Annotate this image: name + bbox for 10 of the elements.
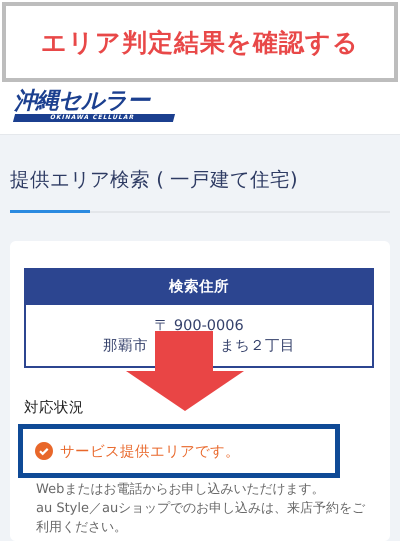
page-title: 提供エリア検索 ( 一戸建て住宅) bbox=[10, 167, 299, 193]
status-description: Webまたはお電話からお申し込みいただけます。 au Style／auショップでのお申し込みは、来店予約をご 利用ください。 bbox=[36, 481, 366, 537]
logo-text: 沖縄セルラー bbox=[14, 88, 149, 114]
address-header: 検索住所 bbox=[24, 268, 374, 305]
address-text: 那覇市 bbox=[103, 336, 148, 356]
postal-code: 〒 900-0006 bbox=[154, 316, 244, 336]
status-result: サービス提供エリアです。 bbox=[60, 442, 240, 460]
address-text: まち２丁目 bbox=[220, 336, 295, 356]
banner-title: エリア判定結果を確認する bbox=[41, 26, 359, 58]
status-label: 対応状況 bbox=[24, 398, 85, 418]
